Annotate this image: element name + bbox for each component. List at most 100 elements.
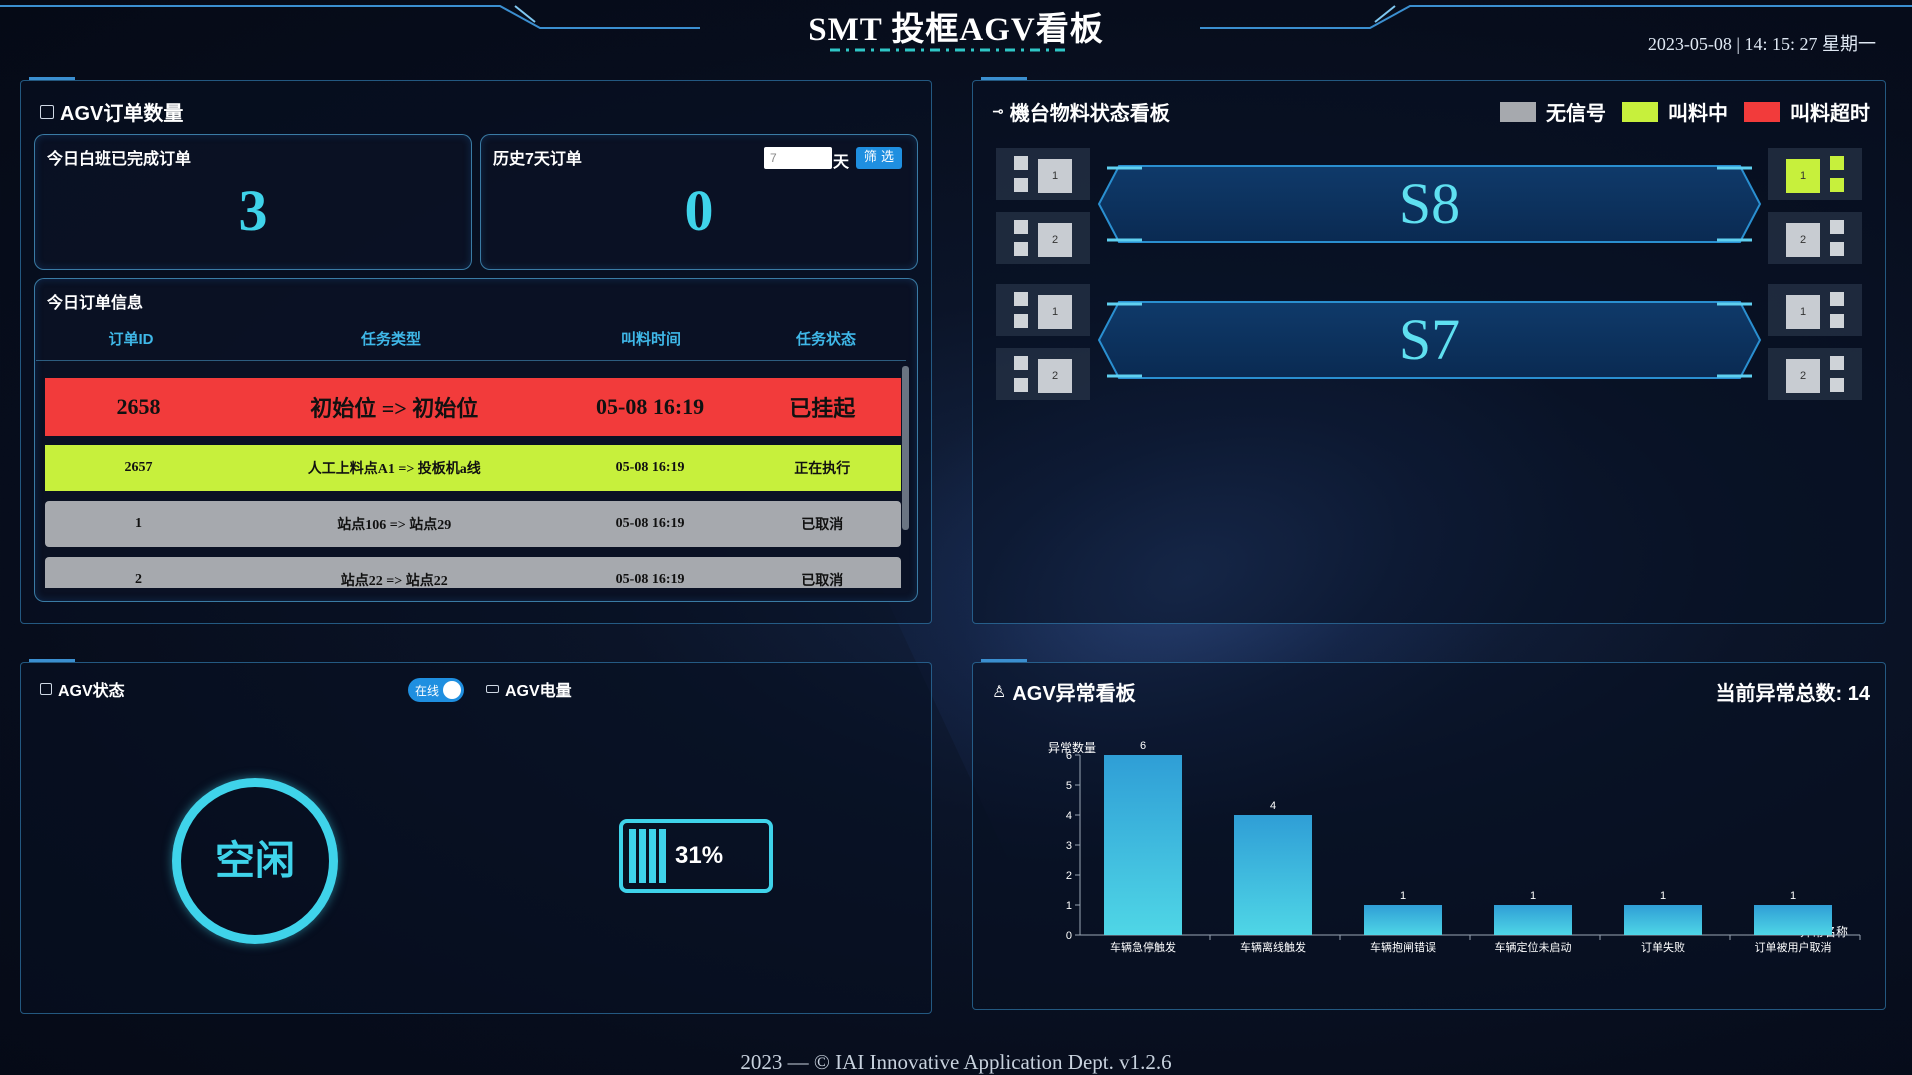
s7-left-slot-2[interactable]: 2 <box>996 348 1090 400</box>
clipboard-icon <box>40 104 54 119</box>
panel-tab <box>981 77 1027 85</box>
s7-right-slot-2[interactable]: 2 <box>1768 348 1862 400</box>
today-orders-card: 今日白班已完成订单 3 <box>34 134 472 270</box>
agv-status-panel <box>20 659 932 1014</box>
panel-tab <box>29 659 75 667</box>
x-tick-label: 车辆抱闸错误 <box>1370 940 1436 954</box>
page-title: SMT 投框AGV看板 <box>808 12 1104 48</box>
filter-button[interactable]: 筛 选 <box>856 147 902 169</box>
slot-number: 1 <box>1786 295 1820 329</box>
battery-bar <box>659 829 666 883</box>
slot-number: 1 <box>1786 159 1820 193</box>
orders-panel-title: AGV订单数量 <box>40 97 183 126</box>
order-table-body[interactable]: 2658 初始位 => 初始位 05-08 16:19 已挂起 2657 人工上… <box>36 366 906 588</box>
legend-swatch-calling <box>1622 101 1658 122</box>
s8-right-slot-1[interactable]: 1 <box>1768 148 1862 200</box>
bar-value-label: 1 <box>1790 890 1796 902</box>
machine-s8[interactable]: S8 <box>1097 164 1762 244</box>
s8-left-slot-2[interactable]: 2 <box>996 212 1090 264</box>
machine-s7[interactable]: S7 <box>1097 300 1762 380</box>
bar <box>1104 755 1182 935</box>
x-tick-label: 车辆定位未启动 <box>1495 940 1572 954</box>
agv-battery-title-text: AGV电量 <box>505 683 572 700</box>
table-row[interactable]: 2 站点22 => 站点22 05-08 16:19 已取消 <box>45 557 901 588</box>
machine-board-title: ⊸ 機台物料状态看板 <box>992 97 1170 126</box>
footer: 2023 — © IAI Innovative Application Dept… <box>740 1050 1172 1074</box>
anomaly-total: 当前异常总数: 14 <box>1715 683 1870 705</box>
bar-value-label: 1 <box>1530 890 1536 902</box>
agv-status-title: AGV状态 <box>40 677 125 701</box>
plug-icon: ⊸ <box>992 103 1004 119</box>
s7-right-slot-1[interactable]: 1 <box>1768 284 1862 336</box>
y-tick-label: 1 <box>1066 900 1072 912</box>
y-tick-label: 4 <box>1066 810 1072 822</box>
legend: 无信号 叫料中 叫料超时 <box>1500 97 1870 126</box>
order-time: 05-08 16:19 <box>615 516 685 531</box>
slot-number: 2 <box>1786 359 1820 393</box>
col-task-type: 任务类型 <box>360 331 421 348</box>
x-tick-label: 车辆离线触发 <box>1240 940 1306 954</box>
anomaly-bar-chart: 异常数量 异常名称 01234566车辆急停触发4车辆离线触发1车辆抱闸错误1车… <box>1048 740 1861 954</box>
order-time: 05-08 16:19 <box>615 572 685 587</box>
history-days-input[interactable] <box>764 147 832 169</box>
order-table-header: 订单ID 任务类型 叫料时间 任务状态 <box>36 330 906 361</box>
pulse-icon <box>40 683 52 695</box>
agv-state-indicator: 空闲 <box>172 778 338 944</box>
s8-right-slot-2[interactable]: 2 <box>1768 212 1862 264</box>
bar-value-label: 6 <box>1140 740 1146 752</box>
x-tick-label: 订单被用户取消 <box>1755 940 1832 954</box>
bar <box>1494 905 1572 935</box>
s7-left-slot-1[interactable]: 1 <box>996 284 1090 336</box>
battery-bar <box>649 829 656 883</box>
bar-value-label: 1 <box>1660 890 1666 902</box>
col-order-id: 订单ID <box>108 331 154 348</box>
agv-status-title-text: AGV状态 <box>58 683 125 700</box>
order-status: 已取消 <box>801 518 844 533</box>
battery-bar <box>629 829 636 883</box>
history-orders-title: 历史7天订单 <box>493 151 582 168</box>
order-type: 站点106 => 站点29 <box>337 518 452 533</box>
history-orders-value: 0 <box>684 178 714 243</box>
today-orders-title: 今日白班已完成订单 <box>47 151 192 168</box>
order-type: 初始位 => 初始位 <box>310 396 479 421</box>
col-task-status: 任务状态 <box>795 331 856 348</box>
machine-board-title-text: 機台物料状态看板 <box>1009 103 1170 125</box>
slot-number: 1 <box>1038 159 1072 193</box>
online-toggle[interactable]: 在线 <box>408 678 464 702</box>
battery-icon <box>486 685 499 693</box>
table-row[interactable]: 2658 初始位 => 初始位 05-08 16:19 已挂起 <box>45 378 901 436</box>
battery-gauge: 31% <box>619 819 773 893</box>
battery-bar <box>639 829 646 883</box>
agv-state-text: 空闲 <box>215 838 295 884</box>
y-tick-label: 3 <box>1066 840 1072 852</box>
legend-timeout: 叫料超时 <box>1790 103 1870 125</box>
order-time: 05-08 16:19 <box>596 394 705 419</box>
online-toggle-label: 在线 <box>415 684 440 698</box>
anomaly-title-text: AGV异常看板 <box>1012 683 1136 705</box>
slot-number: 2 <box>1038 223 1072 257</box>
bar <box>1234 815 1312 935</box>
panel-tab <box>981 659 1027 667</box>
agv-battery-title: AGV电量 <box>486 677 572 701</box>
slot-number: 2 <box>1038 359 1072 393</box>
order-id: 1 <box>134 516 142 531</box>
x-tick-label: 车辆急停触发 <box>1110 940 1176 954</box>
bar-value-label: 4 <box>1270 800 1276 812</box>
panel-tab <box>29 77 75 85</box>
order-time: 05-08 16:19 <box>615 460 685 475</box>
toggle-knob <box>443 681 461 699</box>
orders-panel-title-text: AGV订单数量 <box>60 103 184 125</box>
legend-swatch-no-signal <box>1500 101 1536 122</box>
bar <box>1364 905 1442 935</box>
order-table-scrollbar[interactable] <box>902 366 909 530</box>
order-info-title: 今日订单信息 <box>47 295 144 312</box>
legend-swatch-timeout <box>1744 101 1780 122</box>
machine-name: S7 <box>1398 307 1461 372</box>
s8-left-slot-1[interactable]: 1 <box>996 148 1090 200</box>
table-row[interactable]: 2657 人工上料点A1 => 投板机a线 05-08 16:19 正在执行 <box>45 445 901 491</box>
col-call-time: 叫料时间 <box>620 331 681 348</box>
table-row[interactable]: 1 站点106 => 站点29 05-08 16:19 已取消 <box>45 501 901 547</box>
x-tick-label: 订单失败 <box>1641 940 1685 954</box>
datetime: 2023-05-08 | 14: 15: 27 星期一 <box>1647 34 1876 54</box>
order-status: 已取消 <box>801 574 844 588</box>
